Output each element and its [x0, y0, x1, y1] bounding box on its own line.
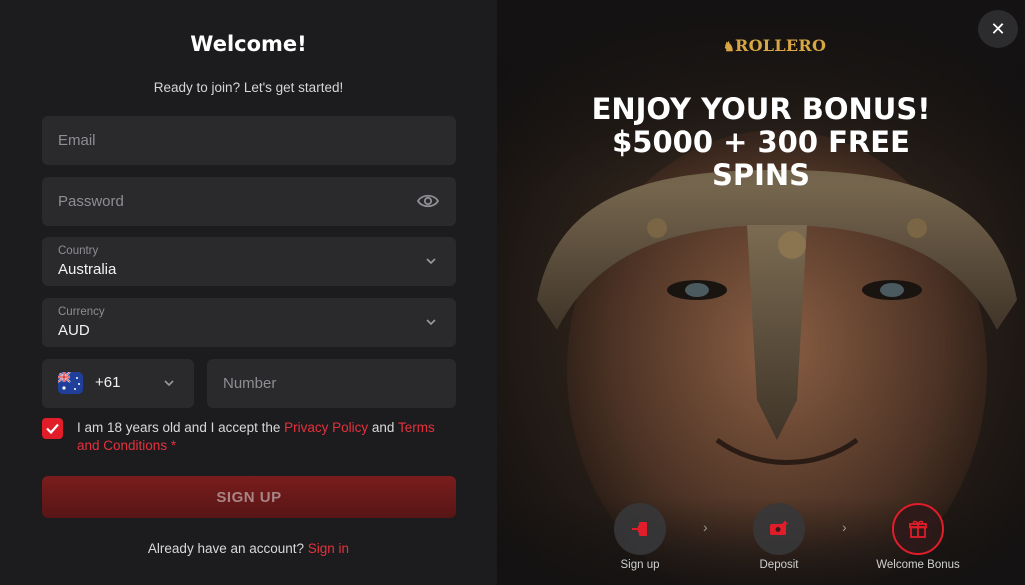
gift-icon: [909, 520, 927, 538]
email-placeholder: Email: [58, 132, 96, 149]
step-label-deposit: Deposit: [759, 559, 799, 571]
headline-line-2: $5000 + 300 FREE: [612, 125, 910, 159]
deposit-icon: [770, 521, 788, 535]
password-field[interactable]: Password: [42, 177, 456, 226]
logo-mark-icon: ♞: [723, 40, 735, 55]
required-mark: *: [167, 438, 177, 453]
chevron-right-icon: ›: [703, 519, 708, 535]
form-subtitle: Ready to join? Let's get started!: [153, 80, 344, 95]
phone-code-value: +61: [95, 374, 121, 391]
signup-icon: [632, 522, 647, 536]
checkmark-icon: [46, 423, 59, 435]
promo-panel: ♞ROLLERO ENJOY YOUR BONUS! $5000 + 300 F…: [497, 0, 1025, 585]
step-deposit: [753, 503, 805, 555]
country-label: Country: [58, 245, 99, 257]
account-text: Already have an account?: [147, 541, 308, 556]
terms-checkbox[interactable]: [42, 418, 63, 439]
chevron-down-icon: [426, 258, 436, 265]
phone-number-field[interactable]: Number: [207, 359, 456, 408]
step-label-signup: Sign up: [620, 559, 660, 571]
currency-label: Currency: [58, 306, 105, 318]
terms-text: I am 18 years old and I accept the Priva…: [77, 419, 437, 455]
currency-value: AUD: [58, 322, 90, 339]
signup-button[interactable]: SIGN UP: [42, 476, 456, 518]
eye-icon[interactable]: [416, 191, 440, 211]
email-field[interactable]: Email: [42, 116, 456, 165]
close-button[interactable]: ✕: [978, 10, 1018, 48]
headline-line-1: ENJOY YOUR BONUS!: [591, 92, 931, 126]
password-placeholder: Password: [58, 193, 124, 210]
step-label-welcome-bonus: Welcome Bonus: [876, 559, 960, 571]
australia-flag-icon: [58, 372, 83, 394]
phone-number-placeholder: Number: [223, 375, 277, 392]
chevron-right-icon: ›: [842, 519, 847, 535]
spartan-warrior-image: [497, 0, 1025, 585]
signin-prompt: Already have an account? Sign in: [0, 541, 497, 556]
terms-and: and: [368, 420, 398, 435]
signup-form-panel: Welcome! Ready to join? Let's get starte…: [0, 0, 497, 585]
phone-code-select[interactable]: +61: [42, 359, 194, 408]
rollero-logo: ♞ROLLERO: [723, 36, 826, 55]
chevron-down-icon: [164, 380, 174, 387]
bonus-headline: ENJOY YOUR BONUS! $5000 + 300 FREE SPINS: [497, 93, 1025, 192]
registration-modal: Welcome! Ready to join? Let's get starte…: [0, 0, 1025, 585]
step-welcome-bonus: [892, 503, 944, 555]
form-title: Welcome!: [190, 32, 307, 56]
close-icon: ✕: [990, 19, 1006, 39]
step-signup: [614, 503, 666, 555]
currency-select[interactable]: Currency AUD: [42, 298, 456, 347]
chevron-down-icon: [426, 319, 436, 326]
privacy-policy-link[interactable]: Privacy Policy: [284, 420, 368, 435]
signin-link[interactable]: Sign in: [308, 541, 349, 556]
headline-line-3: SPINS: [711, 158, 811, 192]
country-value: Australia: [58, 261, 117, 278]
country-select[interactable]: Country Australia: [42, 237, 456, 286]
logo-text: ROLLERO: [734, 36, 827, 55]
terms-prefix: I am 18 years old and I accept the: [77, 420, 285, 435]
